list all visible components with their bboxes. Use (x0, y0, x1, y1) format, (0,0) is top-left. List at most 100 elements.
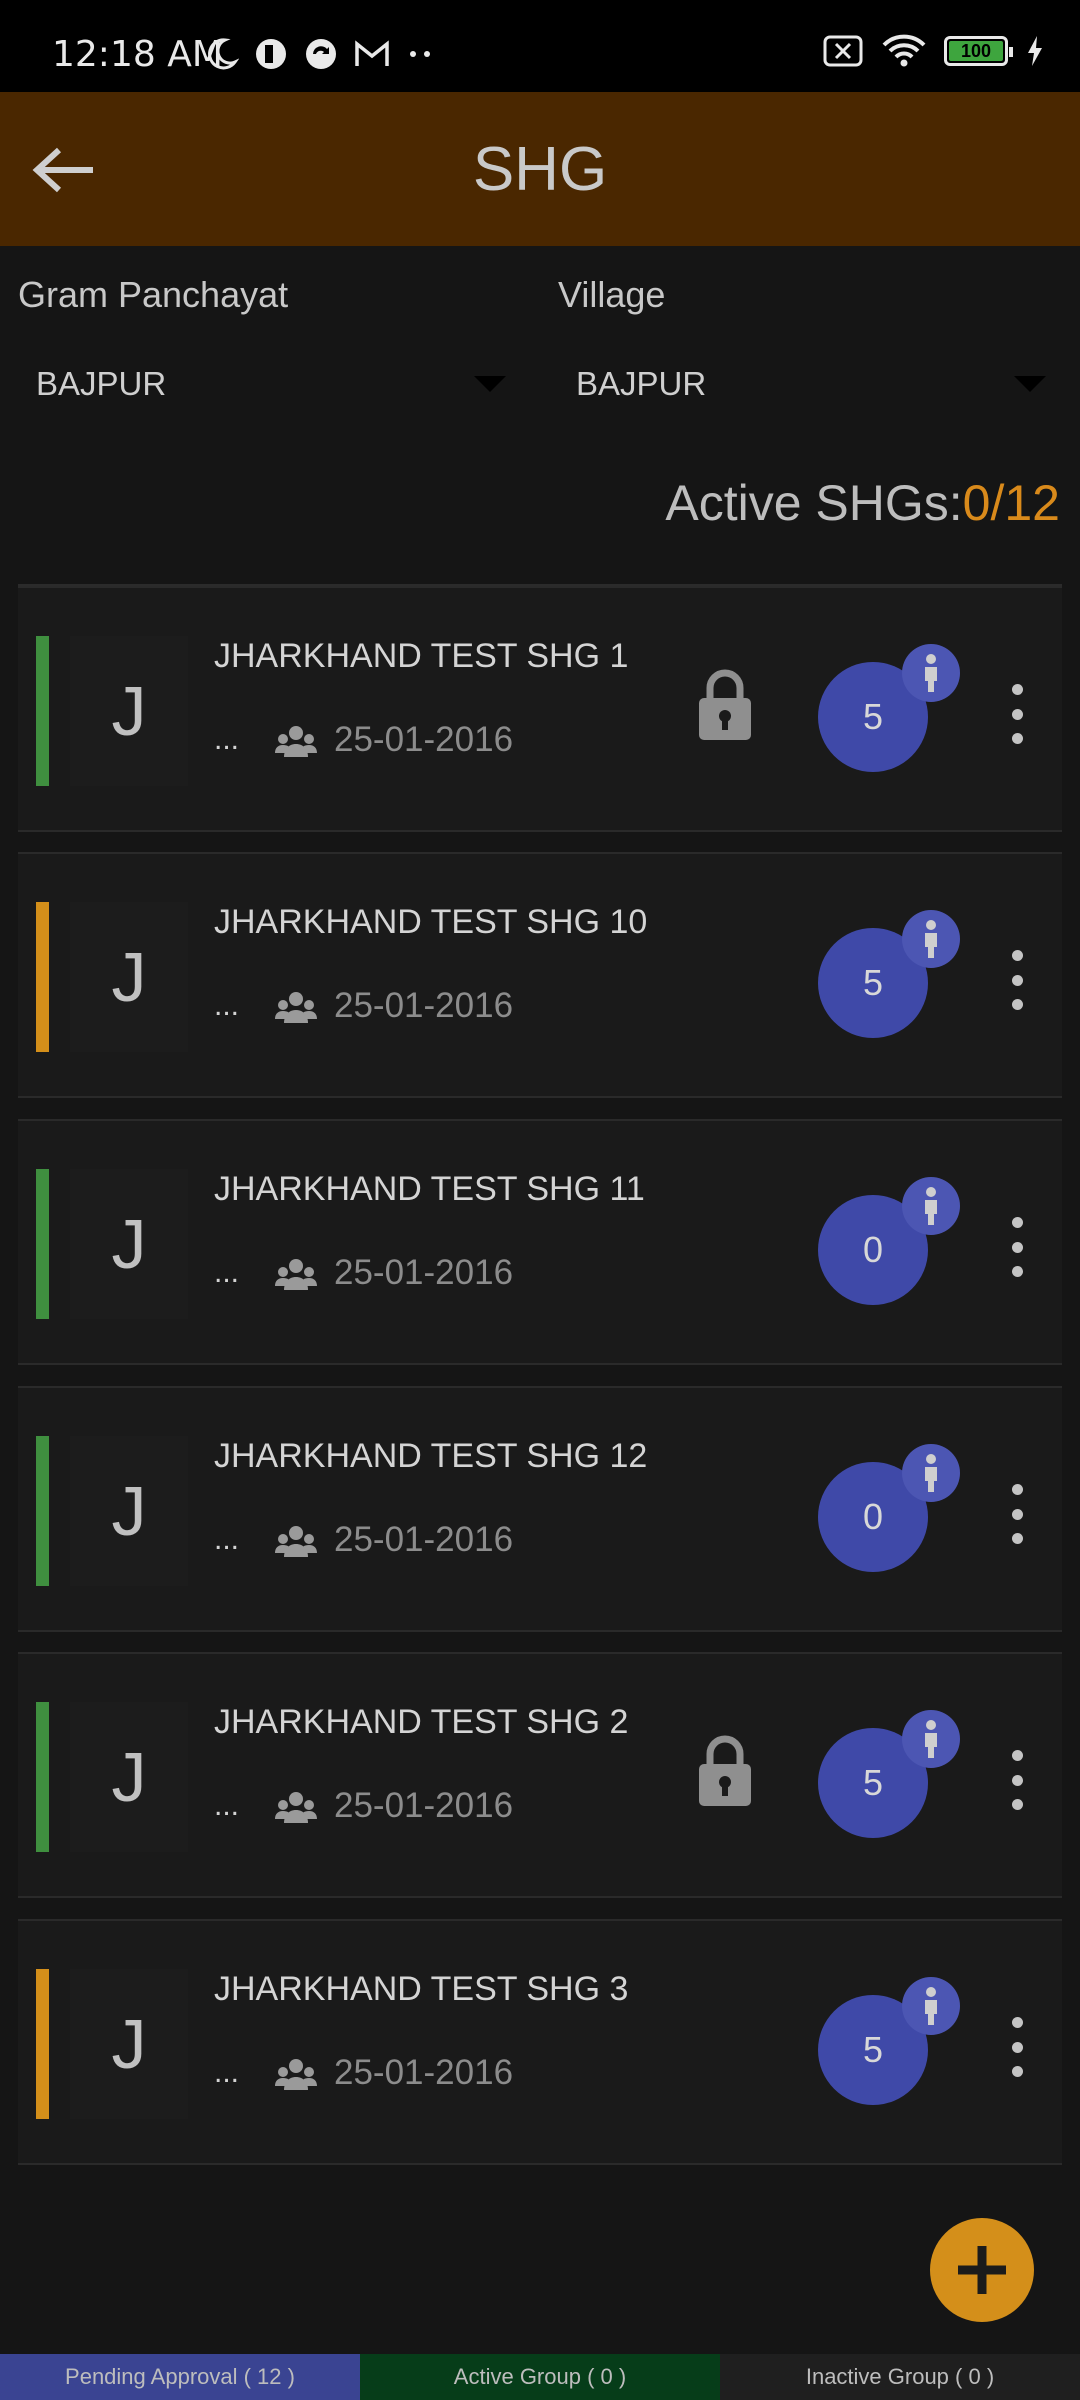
avatar-initial: J (111, 1205, 147, 1283)
status-indicator (36, 1436, 49, 1586)
avatar-initial: J (111, 1738, 147, 1816)
shg-avatar: J (70, 902, 188, 1052)
more-options-icon[interactable] (1002, 1217, 1032, 1277)
shg-more-text: ... (214, 989, 240, 1022)
shg-avatar: J (70, 1436, 188, 1586)
tab-inactive-group[interactable]: Inactive Group ( 0 ) (720, 2354, 1080, 2400)
shg-meta: ... 25-01-2016 (214, 986, 513, 1026)
village-label: Village (558, 274, 666, 315)
active-shgs-summary: Active SHGs:0/12 (665, 474, 1060, 532)
avatar-initial: J (111, 938, 147, 1016)
status-bar: 12:18 AM 100 (0, 0, 1080, 92)
shg-card[interactable]: J JHARKHAND TEST SHG 11 ... 25-01-2016 0 (18, 1119, 1062, 1365)
app-notification-icon (256, 39, 286, 69)
group-icon (275, 1259, 317, 1290)
shg-more-text: ... (214, 723, 240, 756)
shg-formation-date: 25-01-2016 (334, 2053, 514, 2092)
gram-panchayat-dropdown[interactable]: BAJPUR (36, 356, 506, 412)
member-count: 5 (862, 696, 884, 737)
shg-card[interactable]: J JHARKHAND TEST SHG 2 ... 25-01-2016 5 (18, 1652, 1062, 1898)
shg-more-text: ... (214, 1789, 240, 1822)
shg-avatar: J (70, 1702, 188, 1852)
shg-more-text: ... (214, 1523, 240, 1556)
member-count: 0 (862, 1229, 884, 1270)
shg-formation-date: 25-01-2016 (334, 1253, 514, 1292)
person-icon (925, 1720, 937, 1758)
village-value: BAJPUR (576, 365, 707, 402)
lock-icon (696, 1734, 754, 1813)
member-count: 5 (862, 1762, 884, 1803)
shg-card[interactable]: J JHARKHAND TEST SHG 1 ... 25-01-2016 5 (18, 586, 1062, 832)
member-info-icon[interactable] (902, 1710, 960, 1768)
member-count: 5 (862, 962, 884, 1003)
shg-name: JHARKHAND TEST SHG 2 (214, 1703, 629, 1741)
status-indicator (36, 1969, 49, 2119)
charging-icon (1028, 36, 1042, 66)
status-indicator (36, 1702, 49, 1852)
group-icon (275, 1526, 317, 1557)
plus-icon (958, 2246, 1006, 2294)
shg-formation-date: 25-01-2016 (334, 1786, 514, 1825)
gmail-icon (355, 40, 389, 66)
sync-app-icon (306, 39, 336, 69)
tab-active-group[interactable]: Active Group ( 0 ) (360, 2354, 720, 2400)
no-sim-icon (823, 35, 863, 67)
shg-formation-date: 25-01-2016 (334, 1520, 514, 1559)
more-notifications-icon (410, 51, 430, 57)
group-icon (275, 726, 317, 757)
member-count: 0 (862, 1496, 884, 1537)
shg-meta: ... 25-01-2016 (214, 2053, 513, 2093)
page-title: SHG (472, 135, 608, 204)
more-options-icon[interactable] (1002, 1484, 1032, 1544)
person-icon (925, 654, 937, 692)
status-indicator (36, 902, 49, 1052)
shg-meta: ... 25-01-2016 (214, 1520, 513, 1560)
more-options-icon[interactable] (1002, 950, 1032, 1010)
avatar-initial: J (111, 1472, 147, 1550)
shg-avatar: J (70, 636, 188, 786)
member-info-icon[interactable] (902, 1977, 960, 2035)
more-options-icon[interactable] (1002, 1750, 1032, 1810)
more-options-icon[interactable] (1002, 684, 1032, 744)
person-icon (925, 920, 937, 958)
shg-card[interactable]: J JHARKHAND TEST SHG 12 ... 25-01-2016 0 (18, 1386, 1062, 1632)
shg-avatar: J (70, 1169, 188, 1319)
more-options-icon[interactable] (1002, 2017, 1032, 2077)
village-dropdown[interactable]: BAJPUR (576, 356, 1046, 412)
shg-meta: ... 25-01-2016 (214, 1253, 513, 1293)
dropdown-arrow-icon (1014, 376, 1046, 392)
group-icon (275, 992, 317, 1023)
member-info-icon[interactable] (902, 644, 960, 702)
active-shgs-count: 0/12 (962, 475, 1060, 531)
notification-icons (203, 36, 435, 72)
member-info-icon[interactable] (902, 1444, 960, 1502)
tab-pending-approval[interactable]: Pending Approval ( 12 ) (0, 2354, 360, 2400)
battery-icon: 100 (944, 36, 1013, 66)
add-shg-button[interactable] (930, 2218, 1034, 2322)
shg-card[interactable]: J JHARKHAND TEST SHG 10 ... 25-01-2016 5 (18, 852, 1062, 1098)
gram-panchayat-label: Gram Panchayat (18, 274, 289, 315)
gram-panchayat-value: BAJPUR (36, 365, 167, 402)
lock-icon (696, 668, 754, 747)
shg-name: JHARKHAND TEST SHG 1 (214, 637, 629, 675)
shg-card[interactable]: J JHARKHAND TEST SHG 3 ... 25-01-2016 5 (18, 1919, 1062, 2165)
status-indicator (36, 1169, 49, 1319)
group-icon (275, 2059, 317, 2090)
person-icon (925, 1187, 937, 1225)
shg-name: JHARKHAND TEST SHG 10 (214, 903, 648, 941)
shg-more-text: ... (214, 2056, 240, 2089)
status-time: 12:18 AM (52, 34, 223, 75)
active-shgs-label: Active SHGs: (665, 475, 963, 531)
dropdown-arrow-icon (474, 376, 506, 392)
shg-formation-date: 25-01-2016 (334, 986, 514, 1025)
member-info-icon[interactable] (902, 1177, 960, 1235)
wifi-icon (882, 34, 926, 67)
member-info-icon[interactable] (902, 910, 960, 968)
group-icon (275, 1792, 317, 1823)
app-bar: SHG (0, 92, 1080, 246)
shg-name: JHARKHAND TEST SHG 3 (214, 1970, 629, 2008)
status-indicator (36, 636, 49, 786)
avatar-initial: J (111, 2005, 147, 2083)
shg-name: JHARKHAND TEST SHG 12 (214, 1437, 648, 1475)
battery-level: 100 (949, 41, 1003, 61)
